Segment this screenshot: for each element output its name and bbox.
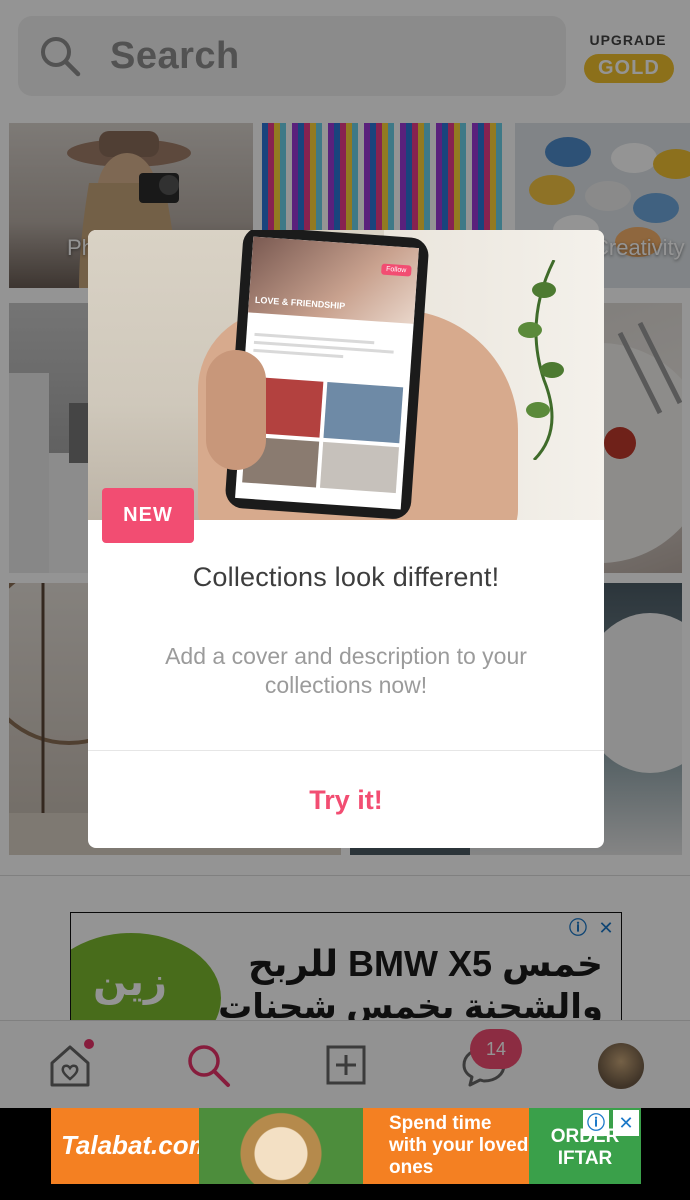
talabat-ad-banner[interactable]: Talabat.com Spend time with your loved o… [51,1108,641,1184]
food-image [199,1108,363,1184]
new-badge: NEW [102,488,194,543]
thumb [206,350,266,470]
collections-modal: Follow LOVE & FRIENDSHIP NEW Collections… [88,230,604,848]
phone-grid-image [319,441,399,494]
phone-grid-image [323,382,404,444]
bottom-ad-info-icon[interactable]: ⓘ [583,1110,609,1136]
phone-cover-image [248,236,419,324]
modal-description: Add a cover and description to your coll… [165,643,527,698]
modal-hero-photo: Follow LOVE & FRIENDSHIP [88,230,604,520]
phone-follow-button: Follow [380,263,412,277]
ad-tagline: Spend time with your loved ones [389,1113,529,1178]
try-it-button[interactable]: Try it! [88,752,604,848]
modal-divider [88,750,604,751]
bottom-ad-close-icon[interactable]: ✕ [613,1110,639,1136]
phone-text-line [253,348,344,359]
talabat-logo: Talabat.com [61,1130,212,1160]
modal-title: Collections look different! [192,562,500,592]
